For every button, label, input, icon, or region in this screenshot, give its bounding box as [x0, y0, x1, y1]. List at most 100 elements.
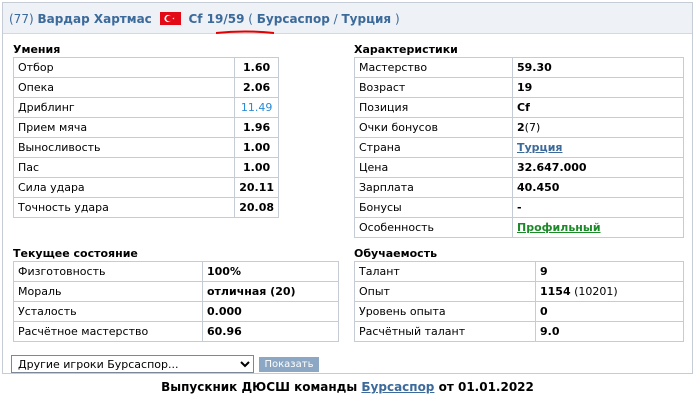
- table-row: Мораль отличная (20): [13, 281, 339, 302]
- player-title-line: (77) Вардар Хартмас Cf 19/59 ( Бурсаспор…: [9, 12, 400, 26]
- table-row: Страна Турция: [354, 137, 684, 158]
- char-label: Зарплата: [354, 177, 513, 198]
- table-row: Талант 9: [354, 261, 684, 282]
- country-link[interactable]: Турция: [342, 12, 392, 26]
- player-rank: (77): [9, 12, 34, 26]
- skill-value: 20.11: [234, 177, 279, 198]
- players-controls: Другие игроки Бурсаспор... Показать: [11, 355, 319, 373]
- char-value: Cf: [512, 97, 684, 118]
- skills-title: Умения: [13, 43, 61, 56]
- footer-suffix: от 01.01.2022: [438, 380, 534, 394]
- state-table: Физготовность 100% Мораль отличная (20) Ус…: [13, 261, 339, 342]
- player-position-number: Cf 19/59: [188, 12, 245, 26]
- table-row: Пас 1.00: [12, 157, 279, 178]
- char-value: 19: [512, 77, 684, 98]
- bonus-points: 2: [517, 121, 525, 134]
- char-label: Мастерство: [354, 57, 513, 78]
- state-value: 100%: [202, 261, 339, 282]
- table-row: Мастерство 59.30: [354, 57, 684, 78]
- red-underline-annotation: [215, 30, 275, 34]
- country-value-link[interactable]: Турция: [517, 141, 562, 154]
- char-value-cell: Профильный: [512, 217, 684, 238]
- table-row: Дриблинг 11.49: [12, 97, 279, 118]
- experience-extra: (10201): [574, 285, 618, 298]
- state-label: Усталость: [13, 301, 203, 322]
- club-link[interactable]: Бурсаспор: [257, 12, 330, 26]
- table-row: Прием мяча 1.96: [12, 117, 279, 138]
- table-row: Очки бонусов 2(7): [354, 117, 684, 138]
- table-row: Особенность Профильный: [354, 217, 684, 238]
- skill-value: 1.00: [234, 137, 279, 158]
- char-label: Позиция: [354, 97, 513, 118]
- table-row: Точность удара 20.08: [12, 197, 279, 218]
- table-row: Опыт 1154 (10201): [354, 281, 684, 302]
- state-label: Физготовность: [13, 261, 203, 282]
- state-label: Мораль: [13, 281, 203, 302]
- table-row: Выносливость 1.00: [12, 137, 279, 158]
- table-row: Расчётный талант 9.0: [354, 321, 684, 342]
- player-card: (77) Вардар Хартмас Cf 19/59 ( Бурсаспор…: [2, 2, 693, 374]
- char-label: Бонусы: [354, 197, 513, 218]
- skill-label: Выносливость: [12, 137, 236, 158]
- skill-label: Пас: [12, 157, 236, 178]
- char-label: Страна: [354, 137, 513, 158]
- skills-table: Отбор 1.60 Опека 2.06 Дриблинг 11.49 Прием …: [12, 57, 279, 218]
- char-value-cell: Турция: [512, 137, 684, 158]
- skill-value: 2.06: [234, 77, 279, 98]
- experience-value: 1154: [540, 285, 571, 298]
- learning-table: Талант 9 Опыт 1154 (10201) Уровень опыта 0 …: [354, 261, 684, 342]
- skill-label: Отбор: [12, 57, 236, 78]
- show-button[interactable]: Показать: [259, 357, 319, 372]
- learning-label: Опыт: [354, 281, 536, 302]
- skill-label: Дриблинг: [12, 97, 236, 118]
- open-paren: (: [248, 12, 253, 26]
- table-row: Позиция Cf: [354, 97, 684, 118]
- table-row: Уровень опыта 0: [354, 301, 684, 322]
- skill-value: 1.00: [234, 157, 279, 178]
- footer-prefix: Выпускник ДЮСШ команды: [161, 380, 358, 394]
- learning-value: 0: [535, 301, 684, 322]
- learning-title: Обучаемость: [354, 247, 438, 260]
- skill-value-highlighted: 11.49: [234, 97, 279, 118]
- other-players-select[interactable]: Другие игроки Бурсаспор...: [11, 355, 254, 373]
- close-paren: ): [394, 12, 400, 26]
- table-row: Возраст 19: [354, 77, 684, 98]
- table-row: Цена 32.647.000: [354, 157, 684, 178]
- characteristics-title: Характеристики: [354, 43, 458, 56]
- state-value: 60.96: [202, 321, 339, 342]
- footer-club-link[interactable]: Бурсаспор: [361, 380, 434, 394]
- table-row: Физготовность 100%: [13, 261, 339, 282]
- char-label: Цена: [354, 157, 513, 178]
- feature-link[interactable]: Профильный: [517, 221, 601, 234]
- player-name: Вардар Хартмас: [37, 12, 152, 26]
- skill-label: Сила удара: [12, 177, 236, 198]
- table-row: Сила удара 20.11: [12, 177, 279, 198]
- state-value: отличная (20): [202, 281, 339, 302]
- char-value: 40.450: [512, 177, 684, 198]
- table-row: Зарплата 40.450: [354, 177, 684, 198]
- state-value: 0.000: [202, 301, 339, 322]
- skill-value: 1.60: [234, 57, 279, 78]
- char-label: Особенность: [354, 217, 513, 238]
- table-row: Отбор 1.60: [12, 57, 279, 78]
- player-header: (77) Вардар Хартмас Cf 19/59 ( Бурсаспор…: [3, 3, 692, 34]
- char-value: 32.647.000: [512, 157, 684, 178]
- char-label: Очки бонусов: [354, 117, 513, 138]
- table-row: Опека 2.06: [12, 77, 279, 98]
- state-title: Текущее состояние: [13, 247, 138, 260]
- table-row: Бонусы -: [354, 197, 684, 218]
- skill-label: Прием мяча: [12, 117, 236, 138]
- char-value: 59.30: [512, 57, 684, 78]
- state-label: Расчётное мастерство: [13, 321, 203, 342]
- learning-label: Расчётный талант: [354, 321, 536, 342]
- learning-value-cell: 1154 (10201): [535, 281, 684, 302]
- learning-label: Талант: [354, 261, 536, 282]
- footer-note: Выпускник ДЮСШ команды Бурсаспор от 01.0…: [0, 380, 695, 394]
- skill-label: Опека: [12, 77, 236, 98]
- skill-label: Точность удара: [12, 197, 236, 218]
- skill-value: 20.08: [234, 197, 279, 218]
- char-value-cell: 2(7): [512, 117, 684, 138]
- separator: /: [333, 12, 338, 26]
- table-row: Расчётное мастерство 60.96: [13, 321, 339, 342]
- skill-value: 1.96: [234, 117, 279, 138]
